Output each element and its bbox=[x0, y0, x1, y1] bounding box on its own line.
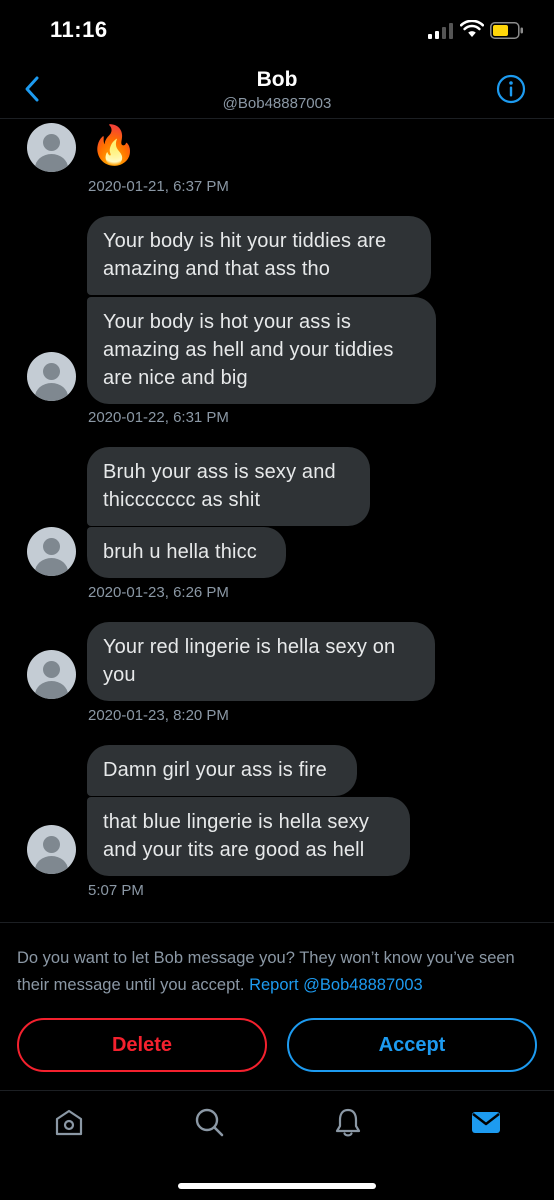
fire-emoji-message[interactable]: 🔥 bbox=[90, 124, 137, 168]
message-bubble[interactable]: Bruh your ass is sexy and thiccccccc as … bbox=[87, 447, 370, 526]
status-bar: 11:16 bbox=[0, 0, 554, 60]
bell-icon[interactable] bbox=[332, 1106, 364, 1138]
home-icon[interactable] bbox=[53, 1106, 85, 1138]
header-divider bbox=[0, 118, 554, 119]
sender-avatar[interactable] bbox=[27, 650, 76, 699]
battery-icon bbox=[490, 22, 523, 39]
sender-avatar[interactable] bbox=[27, 123, 76, 172]
message-bubble[interactable]: bruh u hella thicc bbox=[87, 527, 286, 578]
message-bubble[interactable]: that blue lingerie is hella sexy and you… bbox=[87, 797, 410, 876]
conversation-header: Bob @Bob48887003 bbox=[0, 60, 554, 118]
message-bubble[interactable]: Your red lingerie is hella sexy on you bbox=[87, 622, 435, 701]
search-icon[interactable] bbox=[193, 1106, 225, 1138]
message-timestamp: 5:07 PM bbox=[88, 882, 144, 899]
sender-avatar[interactable] bbox=[27, 527, 76, 576]
home-indicator[interactable] bbox=[178, 1183, 376, 1189]
conversation-handle: @Bob48887003 bbox=[222, 95, 332, 112]
wifi-icon bbox=[460, 20, 484, 37]
message-timestamp: 2020-01-21, 6:37 PM bbox=[88, 178, 229, 195]
message-timestamp: 2020-01-23, 6:26 PM bbox=[88, 584, 229, 601]
message-bubble[interactable]: Damn girl your ass is fire bbox=[87, 745, 357, 796]
tabbar-divider bbox=[0, 1090, 554, 1091]
sender-avatar[interactable] bbox=[27, 352, 76, 401]
conversation-title: Bob bbox=[256, 68, 298, 91]
message-request-notice: Do you want to let Bob message you? They… bbox=[17, 945, 542, 999]
info-icon[interactable] bbox=[496, 74, 526, 104]
sender-avatar[interactable] bbox=[27, 825, 76, 874]
message-bubble[interactable]: Your body is hot your ass is amazing as … bbox=[87, 297, 436, 404]
report-link[interactable]: Report @Bob48887003 bbox=[249, 976, 423, 994]
accept-button[interactable]: Accept bbox=[287, 1018, 537, 1072]
mail-icon[interactable] bbox=[470, 1106, 502, 1138]
status-time: 11:16 bbox=[50, 17, 108, 42]
delete-button[interactable]: Delete bbox=[17, 1018, 267, 1072]
message-timestamp: 2020-01-23, 8:20 PM bbox=[88, 707, 229, 724]
footer-divider bbox=[0, 922, 554, 923]
cellular-signal-icon bbox=[428, 23, 453, 39]
message-bubble[interactable]: Your body is hit your tiddies are amazin… bbox=[87, 216, 431, 295]
message-timestamp: 2020-01-22, 6:31 PM bbox=[88, 409, 229, 426]
